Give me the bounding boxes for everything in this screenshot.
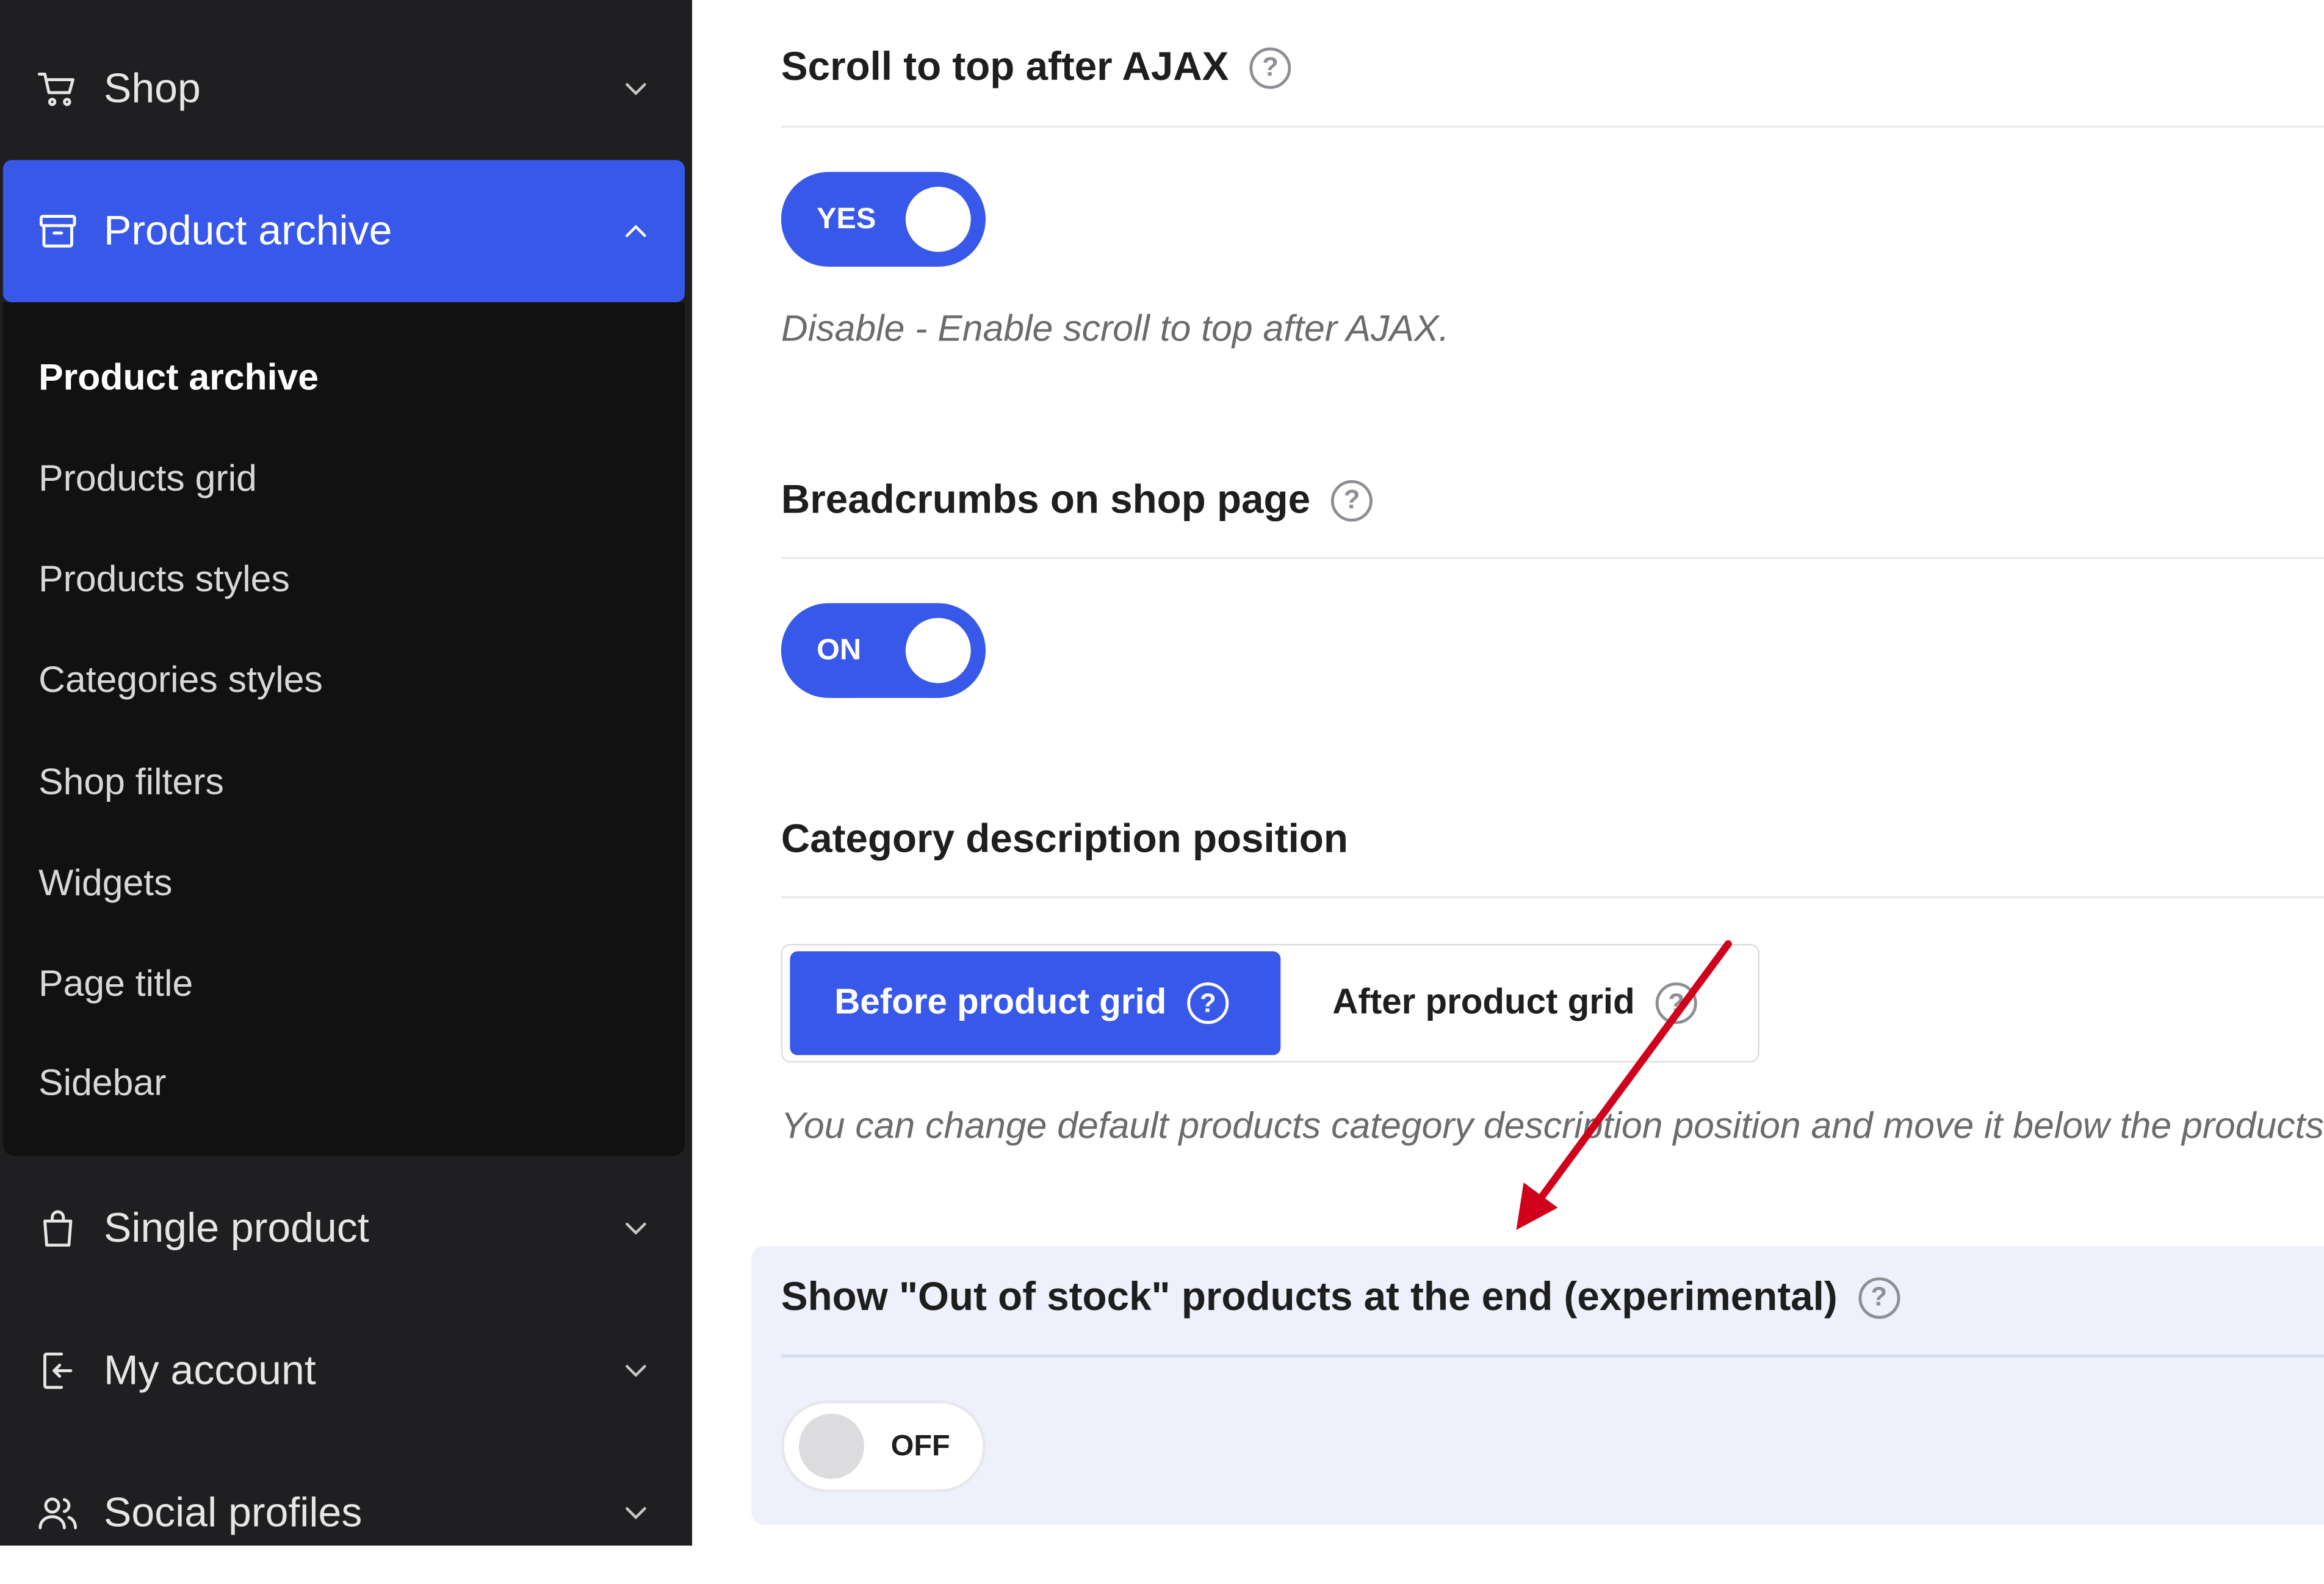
settings-panel: Scroll to top after AJAX ? YES Disable -… [692,0,2324,1546]
sidebar-item-product-archive[interactable]: Product archive [2,160,685,303]
scroll-top-title: Scroll to top after AJAX ? [781,45,1291,90]
toggle-knob [905,617,971,683]
shopping-bag-icon [35,1206,80,1251]
sidebar: Shop Product archive Product archive Pro… [0,0,693,1546]
help-icon[interactable]: ? [1249,46,1291,88]
category-desc-position-selector: Before product grid ? After product grid… [781,944,1759,1063]
category-desc-description: You can change default products category… [781,1105,2324,1147]
sidebar-item-label: Social profiles [104,1489,363,1536]
breadcrumbs-title-text: Breadcrumbs on shop page [781,477,1311,522]
divider [781,557,2324,559]
help-icon[interactable]: ? [1331,479,1373,521]
category-desc-title: Category description position [781,816,1348,862]
sidebar-item-label: Single product [104,1204,369,1251]
submenu-product-archive: Product archive Products grid Products s… [2,302,685,1156]
toggle-label: ON [817,634,862,667]
arrow-head [1516,1183,1558,1230]
submenu-item-shop-filters[interactable]: Shop filters [38,760,224,805]
scroll-top-title-text: Scroll to top after AJAX [781,44,1229,89]
help-icon[interactable]: ? [1858,1276,1900,1319]
sidebar-item-label: Product archive [104,207,392,254]
out-of-stock-title-text: Show "Out of stock" products at the end … [781,1274,1838,1319]
option-label: Before product grid [834,982,1167,1023]
toggle-knob [905,187,971,252]
help-icon[interactable]: ? [1187,982,1229,1024]
before-product-grid-button[interactable]: Before product grid ? [790,951,1281,1056]
scroll-top-toggle[interactable]: YES [781,171,986,267]
out-of-stock-toggle[interactable]: OFF [781,1400,986,1492]
sidebar-item-social-profiles[interactable]: Social profiles [3,1442,685,1584]
submenu-item-page-title[interactable]: Page title [38,962,193,1006]
submenu-item-products-grid[interactable]: Products grid [38,456,257,501]
divider [781,126,2324,128]
submenu-item-categories-styles[interactable]: Categories styles [38,658,323,702]
out-of-stock-title: Show "Out of stock" products at the end … [781,1275,1900,1320]
chevron-down-icon [619,1355,652,1387]
breadcrumbs-toggle[interactable]: ON [781,603,986,698]
sidebar-item-label: My account [104,1347,316,1393]
option-label: After product grid [1332,982,1635,1023]
divider [781,1354,2324,1358]
scroll-top-description: Disable - Enable scroll to top after AJA… [781,308,1449,350]
submenu-item-sidebar[interactable]: Sidebar [38,1061,166,1106]
divider [781,896,2324,898]
submenu-item-products-styles[interactable]: Products styles [38,557,290,602]
toggle-label: OFF [890,1430,950,1463]
chevron-down-icon [619,1212,652,1245]
help-icon[interactable]: ? [1655,982,1697,1024]
sidebar-item-my-account[interactable]: My account [3,1300,685,1442]
sidebar-item-shop[interactable]: Shop [3,18,685,160]
category-desc-title-text: Category description position [781,816,1348,862]
sidebar-item-label: Shop [104,65,201,112]
breadcrumbs-title: Breadcrumbs on shop page ? [781,477,1373,523]
users-icon [35,1491,80,1535]
toggle-label: YES [817,203,876,236]
chevron-up-icon [619,215,652,247]
toggle-knob [799,1413,864,1479]
submenu-item-product-archive[interactable]: Product archive [38,356,319,400]
sidebar-item-single-product[interactable]: Single product [3,1157,685,1300]
submenu-item-widgets[interactable]: Widgets [38,861,172,905]
archive-icon [35,209,80,253]
login-icon [35,1348,80,1393]
chevron-down-icon [619,73,652,105]
chevron-down-icon [619,1497,652,1529]
cart-icon [35,67,80,111]
after-product-grid-button[interactable]: After product grid ? [1288,951,1747,1055]
